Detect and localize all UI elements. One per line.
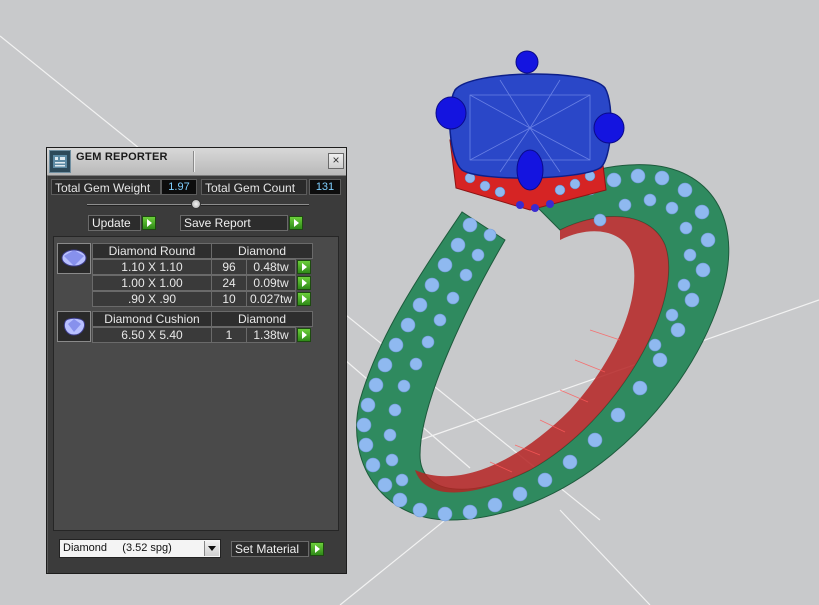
gem-count: 24: [211, 275, 247, 291]
total-gem-weight-label: Total Gem Weight: [51, 179, 161, 195]
gem-size: 6.50 X 5.40: [92, 327, 212, 343]
gem-weight: 0.09tw: [246, 275, 296, 291]
material-select[interactable]: Diamond (3.52 spg): [59, 539, 221, 558]
update-button[interactable]: Update: [88, 215, 141, 231]
gem-list: Diamond Round Diamond 1.10 X 1.10 96 0.4…: [53, 236, 339, 531]
gem-weight: 0.48tw: [246, 259, 296, 275]
save-report-arrow-icon[interactable]: [289, 216, 303, 230]
gem-size: 1.10 X 1.10: [92, 259, 212, 275]
material-select-value: Diamond (3.52 spg): [63, 542, 172, 554]
gem-group-material: Diamond: [211, 243, 313, 259]
gem-group-material: Diamond: [211, 311, 313, 327]
total-gem-count-label: Total Gem Count: [201, 179, 307, 195]
select-gem-arrow-icon[interactable]: [297, 328, 311, 342]
gem-weight: 1.38tw: [246, 327, 296, 343]
gem-size: 1.00 X 1.00: [92, 275, 212, 291]
app-logo-icon: [49, 150, 71, 173]
round-gem-icon: [57, 243, 91, 274]
slider-thumb[interactable]: [191, 199, 201, 209]
select-gem-arrow-icon[interactable]: [297, 260, 311, 274]
gem-size: .90 X .90: [92, 291, 212, 307]
gem-count: 96: [211, 259, 247, 275]
set-material-button[interactable]: Set Material: [231, 541, 309, 557]
gem-group-name: Diamond Round: [92, 243, 212, 259]
close-button[interactable]: ×: [328, 153, 344, 169]
set-material-arrow-icon[interactable]: [310, 542, 324, 556]
chevron-down-icon[interactable]: [204, 541, 219, 556]
gem-count: 10: [211, 291, 247, 307]
gem-count: 1: [211, 327, 247, 343]
panel-title: GEM REPORTER: [76, 151, 168, 163]
total-gem-weight-value: 1.97: [161, 179, 197, 195]
gem-group-name: Diamond Cushion: [92, 311, 212, 327]
gem-reporter-panel: GEM REPORTER × Total Gem Weight 1.97 Tot…: [46, 147, 347, 574]
title-divider: [193, 151, 194, 172]
update-arrow-icon[interactable]: [142, 216, 156, 230]
ring-band: [356, 164, 730, 521]
gem-weight: 0.027tw: [246, 291, 296, 307]
ring-model[interactable]: [356, 50, 730, 522]
select-gem-arrow-icon[interactable]: [297, 276, 311, 290]
cushion-gem-icon: [57, 311, 91, 342]
select-gem-arrow-icon[interactable]: [297, 292, 311, 306]
panel-titlebar[interactable]: GEM REPORTER ×: [47, 148, 346, 176]
save-report-button[interactable]: Save Report: [180, 215, 288, 231]
total-gem-count-value: 131: [309, 179, 341, 195]
